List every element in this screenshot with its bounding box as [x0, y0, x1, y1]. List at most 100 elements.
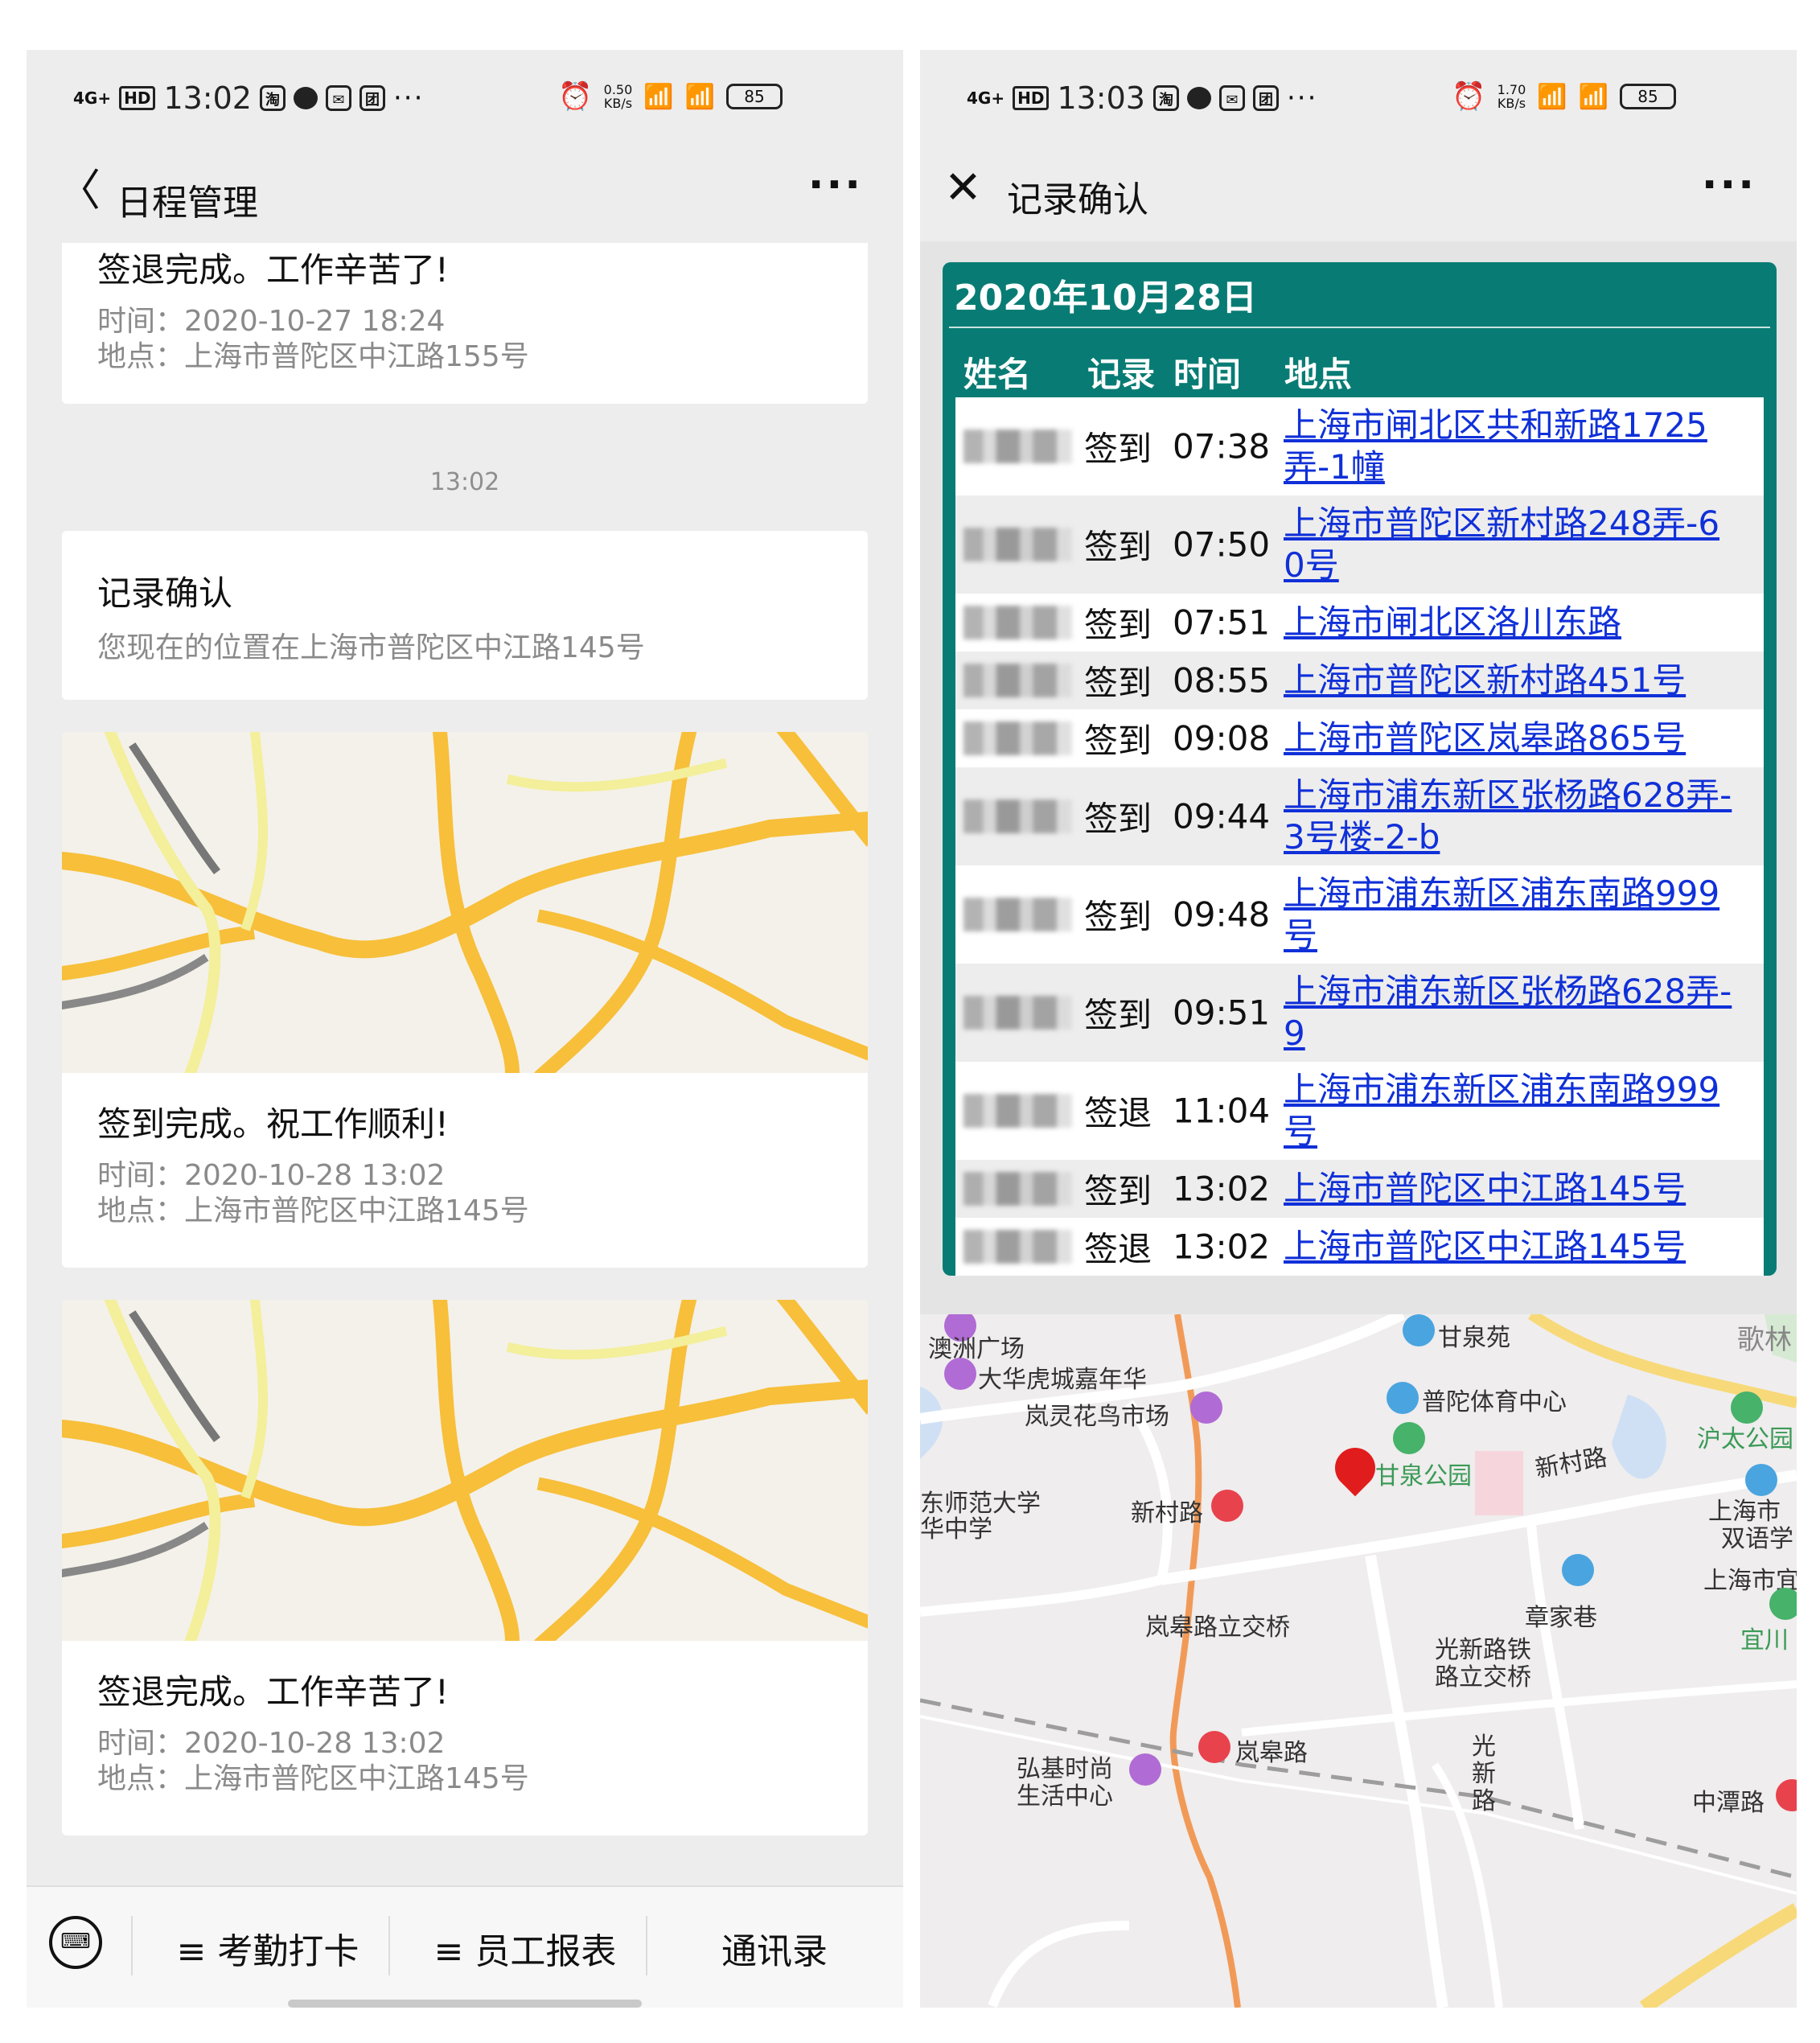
metro-station-label: 新村路	[1131, 1499, 1203, 1527]
menu-employee-report[interactable]: ≡ 员工报表	[405, 1922, 646, 1974]
blurred-name	[963, 606, 1072, 639]
record-type: 签到	[1084, 663, 1152, 703]
address-link[interactable]: 上海市普陀区岚皋路865号	[1284, 717, 1734, 759]
title-bar: ✕ 记录确认 ···	[920, 146, 1797, 241]
mail-app-icon: ✉	[325, 85, 351, 111]
map-thumbnail	[62, 732, 868, 1073]
address-link[interactable]: 上海市浦东新区张杨路628弄-3号楼-2-b	[1284, 775, 1734, 858]
record-type: 签到	[1084, 429, 1152, 469]
card-title: 签退完成。工作辛苦了!	[97, 1672, 449, 1712]
map-label: 路立交桥	[1435, 1663, 1531, 1692]
network-indicator: 4G+	[73, 88, 112, 108]
map-label: 岚皋路立交桥	[1145, 1613, 1290, 1642]
hd-badge: HD	[119, 86, 156, 110]
record-rows: 签到 07:38 上海市闸北区共和新路1725弄-1幢 签到 07:50 上海市…	[955, 397, 1764, 1276]
table-row: 签到 07:38 上海市闸北区共和新路1725弄-1幢	[955, 397, 1764, 495]
mall-icon	[1129, 1753, 1161, 1786]
map-label: 甘泉公园	[1375, 1462, 1472, 1490]
message-card[interactable]: 签退完成。工作辛苦了! 时间：2020-10-27 18:24 地点：上海市普陀…	[62, 243, 868, 404]
record-time: 07:38	[1173, 426, 1271, 467]
menu-attendance[interactable]: ≡ 考勤打卡	[147, 1922, 388, 1974]
divider	[949, 327, 1770, 328]
address-link[interactable]: 上海市浦东新区浦东南路999号	[1284, 873, 1734, 956]
map-label: 歌林	[1737, 1324, 1792, 1356]
metro-station-label: 岚皋路	[1235, 1739, 1308, 1767]
keyboard-icon[interactable]: ⌨	[49, 1916, 102, 1969]
table-date: 2020年10月28日	[954, 277, 1257, 319]
blurred-name	[963, 996, 1072, 1030]
blurred-name	[963, 721, 1072, 755]
chat-bubble-icon	[293, 87, 318, 109]
record-time: 09:51	[1173, 993, 1271, 1033]
card-place: 地点：上海市普陀区中江路145号	[97, 1762, 529, 1795]
blurred-name	[963, 528, 1072, 561]
header-type: 记录	[1087, 355, 1156, 394]
taobao-icon: 淘	[1152, 85, 1179, 111]
address-link[interactable]: 上海市普陀区中江路145号	[1284, 1168, 1734, 1210]
address-link[interactable]: 上海市浦东新区张杨路628弄-9	[1284, 971, 1734, 1054]
back-chevron-icon[interactable]: 〈	[57, 169, 101, 212]
record-time: 13:02	[1173, 1227, 1271, 1267]
wifi-icon: 📶	[1537, 82, 1567, 111]
alarm-icon: ⏰	[558, 80, 593, 113]
record-type: 签到	[1084, 605, 1152, 645]
alarm-icon: ⏰	[1452, 80, 1486, 113]
park-icon	[1769, 1588, 1797, 1620]
record-confirm-card[interactable]: 记录确认 您现在的位置在上海市普陀区中江路145号	[62, 531, 868, 700]
table-row: 签到 08:55 上海市普陀区新村路451号	[955, 652, 1764, 709]
right-screen: 4G+ HD 13:03 淘 ✉ 团 ··· ⏰ 1.70 KB/s 📶 📶 85…	[920, 50, 1797, 2008]
park-icon	[1393, 1422, 1425, 1454]
status-bar: 4G+ HD 13:03 淘 ✉ 团 ··· ⏰ 1.70 KB/s 📶 📶 85	[920, 50, 1797, 146]
map-label: 沪太公园	[1697, 1425, 1793, 1453]
address-link[interactable]: 上海市浦东新区浦东南路999号	[1284, 1069, 1734, 1153]
sports-center-icon	[1387, 1382, 1419, 1414]
more-notifications-icon: ···	[392, 82, 425, 114]
residence-icon	[1403, 1314, 1435, 1346]
close-icon[interactable]: ✕	[944, 164, 982, 212]
map-label: 甘泉苑	[1438, 1324, 1510, 1352]
address-link[interactable]: 上海市普陀区新村路248弄-60号	[1284, 503, 1734, 586]
table-row: 签退 11:04 上海市浦东新区浦东南路999号	[955, 1062, 1764, 1160]
map-label: 大华虎城嘉年华	[978, 1366, 1147, 1394]
address-link[interactable]: 上海市普陀区中江路145号	[1284, 1226, 1734, 1268]
address-link[interactable]: 上海市闸北区洛川东路	[1284, 602, 1734, 643]
table-row: 签到 09:08 上海市普陀区岚皋路865号	[955, 709, 1764, 767]
table-row: 签到 09:44 上海市浦东新区张杨路628弄-3号楼-2-b	[955, 767, 1764, 865]
table-row: 签退 13:02 上海市普陀区中江路145号	[955, 1218, 1764, 1276]
menu-contacts[interactable]: 通讯录	[654, 1922, 895, 1974]
more-options-icon[interactable]: ···	[1702, 161, 1756, 209]
record-time: 08:55	[1173, 660, 1271, 701]
status-time: 13:03	[1057, 80, 1145, 116]
more-options-icon[interactable]: ···	[808, 161, 863, 209]
bottom-menu: ⌨ ≡ 考勤打卡 ≡ 员工报表 通讯录	[27, 1885, 903, 2008]
more-notifications-icon: ···	[1286, 82, 1318, 114]
checkout-card[interactable]: 签退完成。工作辛苦了! 时间：2020-10-28 13:02 地点：上海市普陀…	[62, 1300, 868, 1835]
metro-icon	[1198, 1731, 1230, 1763]
blurred-name	[963, 1094, 1072, 1128]
checkin-card[interactable]: 签到完成。祝工作顺利! 时间：2020-10-28 13:02 地点：上海市普陀…	[62, 732, 868, 1268]
header-name: 姓名	[963, 355, 1032, 394]
left-screen: 4G+ HD 13:02 淘 ✉ 团 ··· ⏰ 0.50 KB/s 📶 📶 85…	[27, 50, 903, 2008]
chat-timestamp: 13:02	[429, 468, 500, 496]
location-map[interactable]: 澳洲广场 大华虎城嘉年华 岚灵花鸟市场 甘泉苑 歌林 普陀体育中心 沪太公园 甘…	[920, 1314, 1797, 2008]
record-time: 09:08	[1173, 718, 1271, 758]
record-time: 07:51	[1173, 602, 1271, 643]
address-link[interactable]: 上海市闸北区共和新路1725弄-1幢	[1284, 405, 1734, 488]
metro-icon	[1211, 1490, 1243, 1522]
card-place: 地点：上海市普陀区中江路155号	[97, 340, 529, 373]
card-place: 地点：上海市普陀区中江路145号	[97, 1194, 529, 1227]
wifi-icon-2: 📶	[1578, 82, 1608, 111]
title-bar: 〈 日程管理 ···	[27, 146, 903, 243]
record-type: 签到	[1084, 721, 1152, 761]
page-title: 日程管理	[117, 183, 258, 224]
table-row: 签到 07:50 上海市普陀区新村路248弄-60号	[955, 495, 1764, 594]
blurred-name	[963, 664, 1072, 697]
battery-indicator: 85	[1620, 84, 1676, 109]
map-label: 章家巷	[1525, 1604, 1597, 1632]
metro-station-label: 中潭路	[1692, 1789, 1765, 1817]
header-time: 时间	[1173, 355, 1242, 394]
table-row: 签到 13:02 上海市普陀区中江路145号	[955, 1160, 1764, 1218]
home-indicator[interactable]	[288, 2000, 642, 2008]
address-link[interactable]: 上海市普陀区新村路451号	[1284, 660, 1734, 701]
hd-badge: HD	[1013, 86, 1050, 110]
